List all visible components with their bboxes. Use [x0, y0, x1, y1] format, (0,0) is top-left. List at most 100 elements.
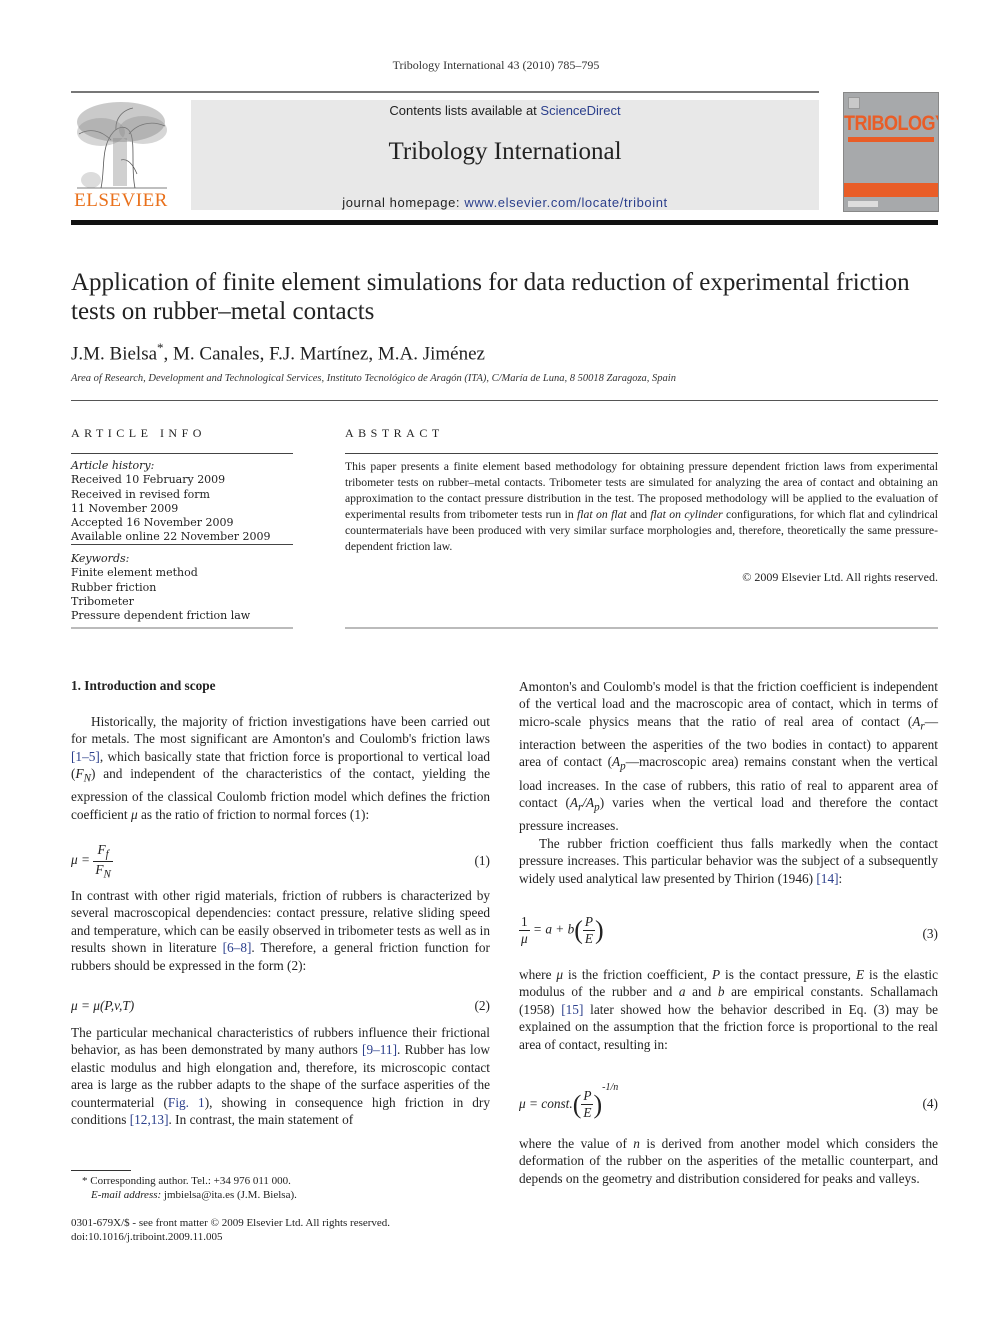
paren: ( — [572, 1089, 582, 1119]
fraction: P E — [582, 914, 596, 947]
abstract-fragment: and — [626, 507, 651, 521]
numerator: F — [97, 842, 106, 857]
article-history: Article history: Received 10 February 20… — [71, 459, 293, 545]
corresponding-footnote: * Corresponding author. Tel.: +34 976 01… — [82, 1175, 291, 1187]
divider — [345, 627, 938, 629]
abstract-copyright: © 2009 Elsevier Ltd. All rights reserved… — [742, 570, 938, 584]
equation-4: μ = const.( P E )-1/n — [519, 1082, 618, 1121]
text: where — [519, 967, 557, 982]
math-sub: N — [83, 773, 91, 786]
cover-orange-band — [844, 183, 938, 197]
email-footnote: E-mail address: jmbielsa@ita.es (J.M. Bi… — [91, 1189, 297, 1201]
title-divider — [71, 400, 938, 401]
contents-line: Contents lists available at ScienceDirec… — [191, 103, 819, 118]
article-title: Application of finite element simulation… — [71, 269, 910, 325]
figure-link[interactable]: Fig. 1 — [168, 1095, 205, 1110]
text: Amonton's and Coulomb's model is that th… — [519, 679, 938, 729]
right-column-para-1: Amonton's and Coulomb's model is that th… — [519, 678, 938, 887]
left-column-para-3: The particular mechanical characteristic… — [71, 1024, 490, 1129]
affiliation: Area of Research, Development and Techno… — [71, 373, 676, 384]
text: The rubber friction coefficient thus fal… — [519, 835, 938, 886]
doi-line[interactable]: doi:10.1016/j.triboint.2009.11.005 — [71, 1231, 222, 1243]
equation-number: (4) — [922, 1096, 938, 1111]
text: : — [838, 870, 843, 886]
history-item: Received in revised form — [71, 487, 210, 501]
section-title: 1. Introduction and scope — [71, 678, 216, 693]
math-var: /A — [582, 795, 595, 811]
citation-link[interactable]: [14] — [816, 871, 838, 886]
right-column-para-3: where μ is the friction coefficient, P i… — [519, 966, 938, 1053]
sciencedirect-link[interactable]: ScienceDirect — [540, 103, 620, 118]
math-var: n — [633, 1136, 640, 1151]
eq-mid: = a + b — [533, 921, 575, 937]
equation-number: (3) — [922, 926, 938, 941]
running-head: Tribology International 43 (2010) 785–79… — [392, 58, 600, 72]
equation-1: μ = Ff FN — [71, 842, 113, 880]
left-column-para-1: Historically, the majority of friction i… — [71, 713, 490, 823]
divider — [71, 544, 293, 545]
numerator: 1 — [519, 914, 530, 931]
email-address[interactable]: jmbielsa@ita.es (J.M. Bielsa). — [161, 1189, 297, 1201]
subscript: f — [105, 848, 109, 861]
homepage-link[interactable]: www.elsevier.com/locate/triboint — [464, 195, 667, 210]
history-item: Received 10 February 2009 — [71, 473, 226, 487]
elsevier-logo[interactable]: ELSEVIER — [71, 100, 171, 212]
cover-footer — [848, 201, 878, 207]
abstract-italic: flat on cylinder — [650, 507, 723, 521]
citation-link[interactable]: [1–5] — [71, 749, 100, 764]
denominator: E — [584, 931, 594, 946]
journal-cover-thumbnail[interactable]: TRIBOLOGY — [843, 92, 939, 212]
author-list: J.M. Bielsa*, M. Canales, F.J. Martínez,… — [71, 340, 485, 365]
divider — [71, 453, 293, 454]
math-var: A — [569, 795, 578, 811]
homepage-line: journal homepage: www.elsevier.com/locat… — [191, 195, 819, 210]
cover-subtitle-bar — [848, 137, 934, 142]
history-label: Article history: — [71, 459, 155, 472]
paren: ) — [595, 915, 604, 945]
divider — [71, 627, 293, 629]
math-var: a — [678, 984, 686, 1000]
citation-link[interactable]: [6–8] — [223, 940, 252, 955]
right-column-para-4: where the value of n is derived from ano… — [519, 1135, 938, 1187]
math-var: E — [855, 967, 865, 982]
text: is the contact pressure, — [720, 967, 856, 982]
author[interactable]: F.J. Martínez — [269, 343, 368, 364]
abstract-text: This paper presents a finite element bas… — [345, 459, 938, 554]
journal-title: Tribology International — [388, 138, 622, 165]
equation-3: 1 μ = a + b( P E ) — [519, 914, 604, 947]
eq-lhs: μ = — [71, 852, 90, 868]
keyword[interactable]: Finite element method — [71, 566, 293, 580]
corresponding-mark[interactable]: * — [157, 340, 164, 355]
history-item: Available online 22 November 2009 — [71, 530, 271, 544]
keyword[interactable]: Pressure dependent friction law — [71, 609, 293, 623]
keyword[interactable]: Rubber friction — [71, 581, 293, 595]
citation-link[interactable]: [9–11] — [362, 1042, 397, 1057]
keywords-label: Keywords: — [71, 552, 130, 565]
text: where the value of — [519, 1136, 634, 1151]
abstract-italic: flat on flat — [577, 507, 627, 521]
journal-banner: Contents lists available at ScienceDirec… — [191, 100, 819, 210]
citation-link[interactable]: [12,13] — [130, 1112, 169, 1127]
math-var: μ — [130, 806, 138, 822]
paren: ) — [593, 1089, 603, 1119]
math-var: A — [612, 754, 621, 770]
keywords: Keywords: Finite element method Rubber f… — [71, 552, 293, 623]
subscript: N — [103, 868, 111, 881]
contents-prefix: Contents lists available at — [389, 103, 541, 118]
history-item: Accepted 16 November 2009 — [71, 516, 234, 530]
author[interactable]: J.M. Bielsa — [71, 343, 157, 364]
exponent: -1/n — [602, 1082, 619, 1093]
equation-number: (1) — [474, 853, 490, 868]
math-var: b — [717, 984, 725, 1000]
email-label: E-mail address: — [91, 1189, 162, 1201]
history-item: 11 November 2009 — [71, 501, 179, 515]
author[interactable]: M. Canales — [173, 343, 260, 364]
header-divider — [71, 220, 938, 225]
denominator: μ — [521, 931, 528, 946]
cover-title: TRIBOLOGY — [844, 110, 939, 135]
citation-link[interactable]: [15] — [561, 1002, 583, 1017]
text: is the friction coefficient, — [563, 967, 712, 982]
author[interactable]: M.A. Jiménez — [378, 343, 485, 364]
keyword[interactable]: Tribometer — [71, 595, 293, 609]
text: and — [685, 984, 718, 1000]
